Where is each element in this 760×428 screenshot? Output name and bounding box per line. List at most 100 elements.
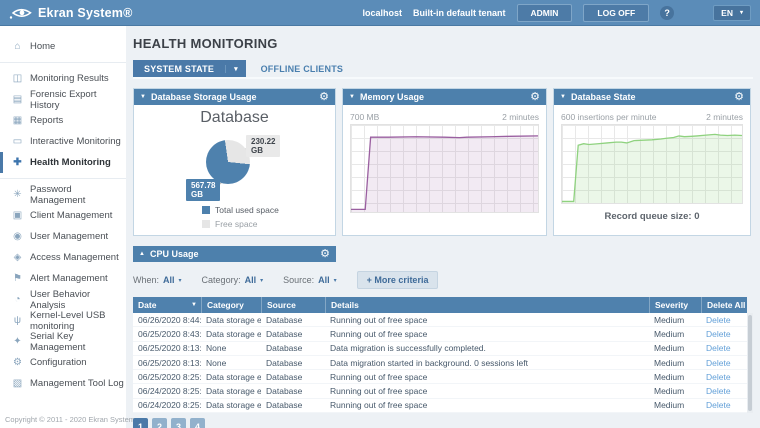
sidebar-item-kernel-level-usb-monitoring[interactable]: ψ Kernel-Level USB monitoring [0, 310, 126, 331]
legend-used-label: Total used space [215, 205, 279, 215]
table-row: 06/25/2020 8:43:55 pm Data storage error… [133, 327, 747, 341]
table-row: 06/25/2020 8:25:19 am Data storage error… [133, 370, 747, 384]
sidebar-item-health-monitoring[interactable]: ✚ Health Monitoring [0, 152, 126, 173]
main-content: HEALTH MONITORING SYSTEM STATE ▾ OFFLINE… [126, 26, 760, 428]
cell-date: 06/25/2020 8:43:55 pm [133, 329, 201, 339]
column-header-delete-all[interactable]: Delete All [701, 297, 747, 313]
cell-source: Database [261, 400, 325, 410]
tab-system-state[interactable]: SYSTEM STATE ▾ [133, 60, 246, 77]
tab-offline-clients[interactable]: OFFLINE CLIENTS [246, 60, 359, 77]
health-monitoring-icon: ✚ [11, 157, 24, 168]
gear-icon[interactable]: ⚙ [319, 92, 329, 103]
cell-category: Data storage error [201, 386, 261, 396]
when-filter[interactable]: When: All ▾ [133, 275, 182, 285]
alert-management-icon: ⚑ [11, 273, 24, 284]
sidebar-item-user-management[interactable]: ◉ User Management [0, 226, 126, 247]
admin-button[interactable]: ADMIN [517, 4, 573, 22]
language-selector[interactable]: EN ▾ [713, 5, 751, 21]
gear-icon[interactable]: ⚙ [320, 249, 330, 260]
table-row: 06/25/2020 8:13:56 pm None Database Data… [133, 356, 747, 370]
cell-category: None [201, 343, 261, 353]
copyright-text: Copyright © 2011 - 2020 Ekran System [5, 415, 135, 424]
pie-legend: Total used space Free space [202, 205, 279, 233]
cell-severity: Medium [649, 343, 701, 353]
when-filter-value: All [163, 275, 175, 285]
storage-pie-chart [206, 140, 250, 184]
sidebar-item-monitoring-results[interactable]: ◫ Monitoring Results [0, 68, 126, 89]
user-management-icon: ◉ [11, 231, 24, 242]
cell-severity: Medium [649, 315, 701, 325]
collapse-icon[interactable]: ▼ [560, 94, 566, 100]
sidebar-item-user-behavior-analysis[interactable]: ◔ User Behavior Analysis [0, 289, 126, 310]
top-bar: Ekran System® localhost Built-in default… [0, 0, 760, 26]
interactive-monitoring-icon: ▭ [11, 136, 24, 147]
memory-usage-chart [350, 124, 539, 213]
cell-severity: Medium [649, 358, 701, 368]
cell-severity: Medium [649, 372, 701, 382]
chevron-down-icon: ▾ [179, 277, 182, 284]
column-header-category[interactable]: Category [201, 297, 261, 313]
column-header-source[interactable]: Source [261, 297, 325, 313]
delete-link[interactable]: Delete [706, 400, 731, 410]
logoff-button[interactable]: LOG OFF [583, 4, 649, 22]
table-row: 06/25/2020 8:13:56 pm None Database Data… [133, 342, 747, 356]
column-header-details[interactable]: Details [325, 297, 649, 313]
delete-link[interactable]: Delete [706, 343, 731, 353]
user-behavior-analysis-icon: ◔ [11, 294, 24, 305]
sidebar-item-serial-key-management[interactable]: ✦ Serial Key Management [0, 331, 126, 352]
delete-link[interactable]: Delete [706, 329, 731, 339]
delete-link[interactable]: Delete [706, 315, 731, 325]
delete-link[interactable]: Delete [706, 358, 731, 368]
gear-icon[interactable]: ⚙ [734, 92, 744, 103]
page-button-2[interactable]: 2 [152, 418, 167, 428]
cell-date: 06/24/2020 8:25:09 pm [133, 386, 201, 396]
used-space-value: 567.78 [191, 181, 215, 190]
expand-icon[interactable]: ▲ [139, 251, 145, 257]
delete-link[interactable]: Delete [706, 372, 731, 382]
chevron-down-icon[interactable]: ▾ [225, 65, 246, 73]
page-button-1[interactable]: 1 [133, 418, 148, 428]
cell-category: Data storage error [201, 329, 261, 339]
category-filter[interactable]: Category: All ▾ [202, 275, 264, 285]
kernel-level-usb-monitoring-icon: ψ [11, 315, 24, 326]
column-header-severity[interactable]: Severity [649, 297, 701, 313]
sidebar-item-access-management[interactable]: ◈ Access Management [0, 247, 126, 268]
collapse-icon[interactable]: ▼ [349, 94, 355, 100]
home-icon: ⌂ [11, 41, 24, 52]
sidebar-item-password-management[interactable]: ✳ Password Management [0, 184, 126, 205]
sidebar-item-interactive-monitoring[interactable]: ▭ Interactive Monitoring [0, 131, 126, 152]
chevron-down-icon: ▾ [260, 277, 263, 284]
cell-source: Database [261, 329, 325, 339]
gear-icon[interactable]: ⚙ [530, 92, 540, 103]
page-button-3[interactable]: 3 [171, 418, 186, 428]
help-icon[interactable]: ? [660, 6, 674, 20]
table-scrollbar-track[interactable] [747, 313, 753, 413]
column-header-date[interactable]: Date ▼ [133, 297, 201, 313]
sidebar-item-configuration[interactable]: ⚙ Configuration [0, 352, 126, 373]
cell-details: Data migration is successfully completed… [325, 343, 649, 353]
host-label: localhost [363, 8, 403, 18]
sidebar-item-forensic-export-history[interactable]: ▤ Forensic Export History [0, 89, 126, 110]
table-header-row: Date ▼ Category Source Details Severity … [133, 297, 747, 313]
sidebar-item-alert-management[interactable]: ⚑ Alert Management [0, 268, 126, 289]
delete-link[interactable]: Delete [706, 386, 731, 396]
sidebar-item-client-management[interactable]: ▣ Client Management [0, 205, 126, 226]
sidebar-item-management-tool-log[interactable]: ▧ Management Tool Log [0, 373, 126, 394]
sidebar-item-reports[interactable]: ▦ Reports [0, 110, 126, 131]
page-button-4[interactable]: 4 [190, 418, 205, 428]
sidebar-item-home[interactable]: ⌂ Home [0, 36, 126, 57]
cpu-usage-header: ▲ CPU Usage ⚙ [133, 246, 336, 262]
more-criteria-button[interactable]: + More criteria [357, 271, 439, 289]
category-filter-label: Category: [202, 275, 241, 285]
table-row: 06/26/2020 8:44:06 am Data storage error… [133, 313, 747, 327]
app-logo: Ekran System® [9, 6, 133, 20]
cell-date: 06/25/2020 8:25:19 am [133, 372, 201, 382]
cell-source: Database [261, 386, 325, 396]
database-state-header: ▼ Database State ⚙ [554, 89, 750, 105]
collapse-icon[interactable]: ▼ [140, 94, 146, 100]
source-filter[interactable]: Source: All ▾ [283, 275, 337, 285]
category-filter-value: All [245, 275, 257, 285]
table-scrollbar-thumb[interactable] [748, 315, 752, 411]
cell-details: Running out of free space [325, 372, 649, 382]
tab-system-state-label: SYSTEM STATE [133, 64, 225, 74]
